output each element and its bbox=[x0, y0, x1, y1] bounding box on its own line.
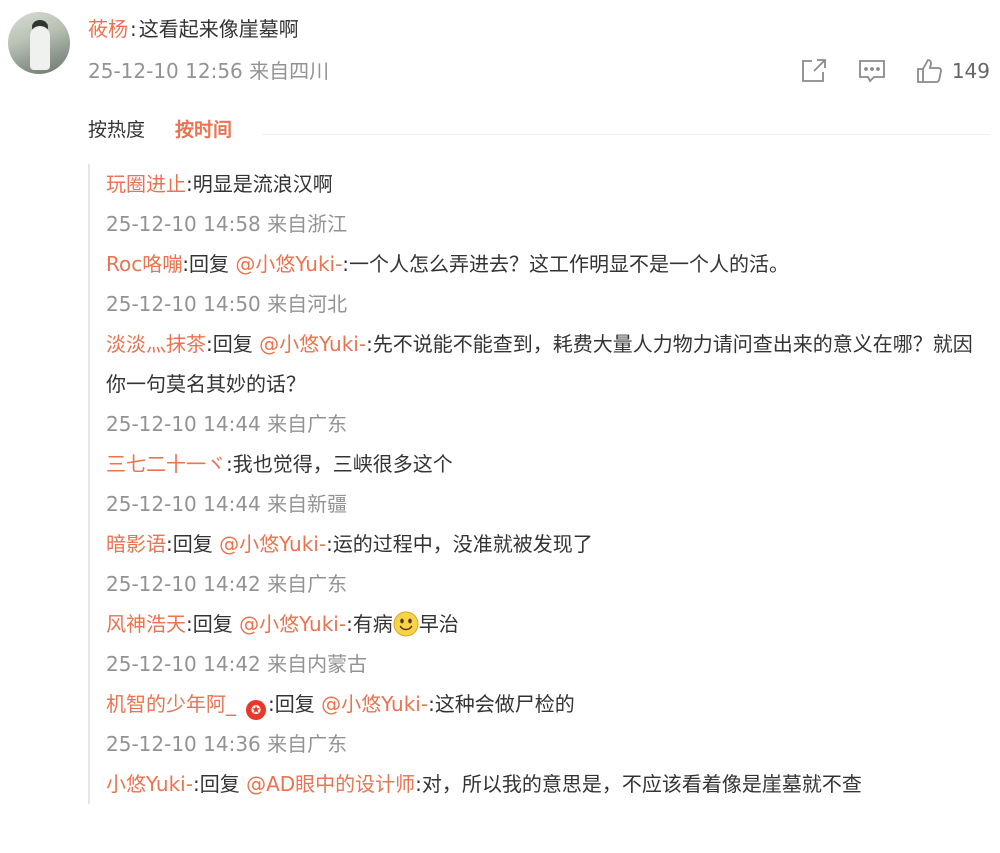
reply-text: 运的过程中，没准就被发现了 bbox=[332, 532, 593, 556]
reply-separator: : bbox=[226, 452, 233, 476]
reply-mention[interactable]: @AD眼中的设计师 bbox=[246, 772, 415, 796]
reply-separator: : bbox=[326, 532, 333, 556]
post-actions: 149 bbox=[770, 55, 990, 87]
reply-separator: : bbox=[182, 252, 189, 276]
reply-prefix: 回复 bbox=[188, 252, 229, 276]
reply-username[interactable]: 暗影语 bbox=[106, 532, 166, 556]
post-separator: : bbox=[130, 17, 137, 41]
reply-time: 25-12-10 14:36 bbox=[106, 732, 261, 756]
reply-prefix: 回复 bbox=[212, 332, 253, 356]
reply-text: 对，所以我的意思是，不应该看着像是崖墓就不查 bbox=[421, 772, 862, 796]
post-line: 莜杨: 这看起来像崖墓啊 bbox=[88, 14, 299, 44]
post-meta: 25-12-10 12:56 来自四川 bbox=[88, 56, 329, 86]
reply-item: 机智的少年阿_ ✪:回复 @小悠Yuki-:这种会做尸检的 25-12-10 14… bbox=[106, 684, 990, 764]
reply-username[interactable]: 小悠Yuki- bbox=[106, 772, 193, 796]
smiley-emoji-icon bbox=[393, 611, 419, 637]
reply-prefix: 回复 bbox=[199, 772, 240, 796]
reply-separator: : bbox=[186, 172, 193, 196]
reply-list: 玩圈进止:明显是流浪汉啊 25-12-10 14:58 来自浙江 Roc咯嘣:回… bbox=[88, 164, 990, 804]
reply-location: 来自浙江 bbox=[267, 212, 348, 236]
reply-separator: : bbox=[192, 772, 200, 796]
reply-item: 暗影语:回复 @小悠Yuki-:运的过程中，没准就被发现了 25-12-10 1… bbox=[106, 524, 990, 604]
post-username[interactable]: 莜杨 bbox=[88, 17, 128, 41]
post-text: 这看起来像崖墓啊 bbox=[138, 17, 299, 41]
post-location: 来自四川 bbox=[249, 59, 330, 83]
thumbs-up-icon bbox=[916, 59, 942, 83]
reply-item: 玩圈进止:明显是流浪汉啊 25-12-10 14:58 来自浙江 bbox=[106, 164, 990, 244]
like-button[interactable]: 149 bbox=[916, 58, 990, 84]
reply-mention[interactable]: @小悠Yuki- bbox=[239, 612, 346, 636]
reply-separator: : bbox=[186, 612, 193, 636]
reply-location: 来自河北 bbox=[267, 292, 348, 316]
reply-location: 来自新疆 bbox=[267, 492, 348, 516]
sort-by-time-tab[interactable]: 按时间 bbox=[175, 114, 232, 146]
like-count: 149 bbox=[951, 59, 990, 83]
reply-item: 风神浩天:回复 @小悠Yuki-:有病 早治 25-12-10 14:42 来自内… bbox=[106, 604, 990, 684]
reply-username[interactable]: 玩圈进止 bbox=[106, 172, 186, 196]
reply-location: 来自广东 bbox=[267, 412, 348, 436]
reply-mention[interactable]: @小悠Yuki- bbox=[259, 332, 366, 356]
reply-username[interactable]: 淡淡灬抹茶 bbox=[106, 332, 206, 356]
post-time: 25-12-10 12:56 bbox=[88, 59, 243, 83]
reply-prefix: 回复 bbox=[192, 612, 233, 636]
reply-location: 来自广东 bbox=[267, 732, 348, 756]
reply-separator: : bbox=[415, 772, 422, 796]
reply-username[interactable]: 风神浩天 bbox=[106, 612, 186, 636]
reply-item: 三七二十一ヾ:我也觉得，三峡很多这个 25-12-10 14:44 来自新疆 bbox=[106, 444, 990, 524]
reply-time: 25-12-10 14:58 bbox=[106, 212, 261, 236]
reply-time: 25-12-10 14:44 bbox=[106, 492, 261, 516]
avatar-figure bbox=[30, 26, 50, 70]
reply-prefix: 回复 bbox=[172, 532, 213, 556]
reply-username[interactable]: 机智的少年阿_ bbox=[106, 692, 236, 716]
reply-separator: : bbox=[428, 692, 435, 716]
reply-separator: : bbox=[268, 692, 275, 716]
avatar[interactable] bbox=[8, 12, 70, 74]
reply-mention[interactable]: @小悠Yuki- bbox=[219, 532, 326, 556]
reply-mention[interactable]: @小悠Yuki- bbox=[321, 692, 428, 716]
reply-time: 25-12-10 14:44 bbox=[106, 412, 261, 436]
sort-bar: 按热度 按时间 bbox=[88, 114, 990, 146]
sort-by-hot-tab[interactable]: 按热度 bbox=[88, 114, 145, 146]
reply-text: 明显是流浪汉啊 bbox=[192, 172, 333, 196]
reply-text: 一个人怎么弄进去？这工作明显不是一个人的活。 bbox=[349, 252, 790, 276]
reply-time: 25-12-10 14:42 bbox=[106, 652, 261, 676]
reply-item: Roc咯嘣:回复 @小悠Yuki-:一个人怎么弄进去？这工作明显不是一个人的活。… bbox=[106, 244, 990, 324]
sort-divider bbox=[262, 114, 990, 135]
vip-badge-icon: ✪ bbox=[246, 700, 266, 720]
reply-separator: : bbox=[166, 532, 173, 556]
reply-username[interactable]: Roc咯嘣 bbox=[106, 252, 182, 276]
reply-separator: : bbox=[346, 612, 353, 636]
reply-separator: : bbox=[366, 332, 373, 356]
comment-button[interactable] bbox=[858, 58, 886, 84]
reply-item: 淡淡灬抹茶:回复 @小悠Yuki-:先不说能不能查到，耗费大量人力物力请问查出来… bbox=[106, 324, 990, 444]
share-button[interactable] bbox=[800, 58, 828, 84]
reply-prefix: 回复 bbox=[274, 692, 315, 716]
reply-time: 25-12-10 14:42 bbox=[106, 572, 261, 596]
reply-mention[interactable]: @小悠Yuki- bbox=[235, 252, 342, 276]
reply-item: 小悠Yuki-:回复 @AD眼中的设计师:对，所以我的意思是，不应该看着像是崖墓… bbox=[106, 764, 990, 804]
reply-location: 来自广东 bbox=[267, 572, 348, 596]
reply-location: 来自内蒙古 bbox=[267, 652, 368, 676]
reply-separator: : bbox=[206, 332, 213, 356]
reply-username[interactable]: 三七二十一ヾ bbox=[106, 452, 226, 476]
comment-icon bbox=[858, 60, 885, 83]
reply-text-after: 早治 bbox=[418, 612, 459, 636]
reply-time: 25-12-10 14:50 bbox=[106, 292, 261, 316]
reply-text: 我也觉得，三峡很多这个 bbox=[232, 452, 453, 476]
reply-text: 这种会做尸检的 bbox=[434, 692, 575, 716]
share-icon bbox=[801, 59, 826, 82]
reply-text: 有病 bbox=[352, 612, 393, 636]
